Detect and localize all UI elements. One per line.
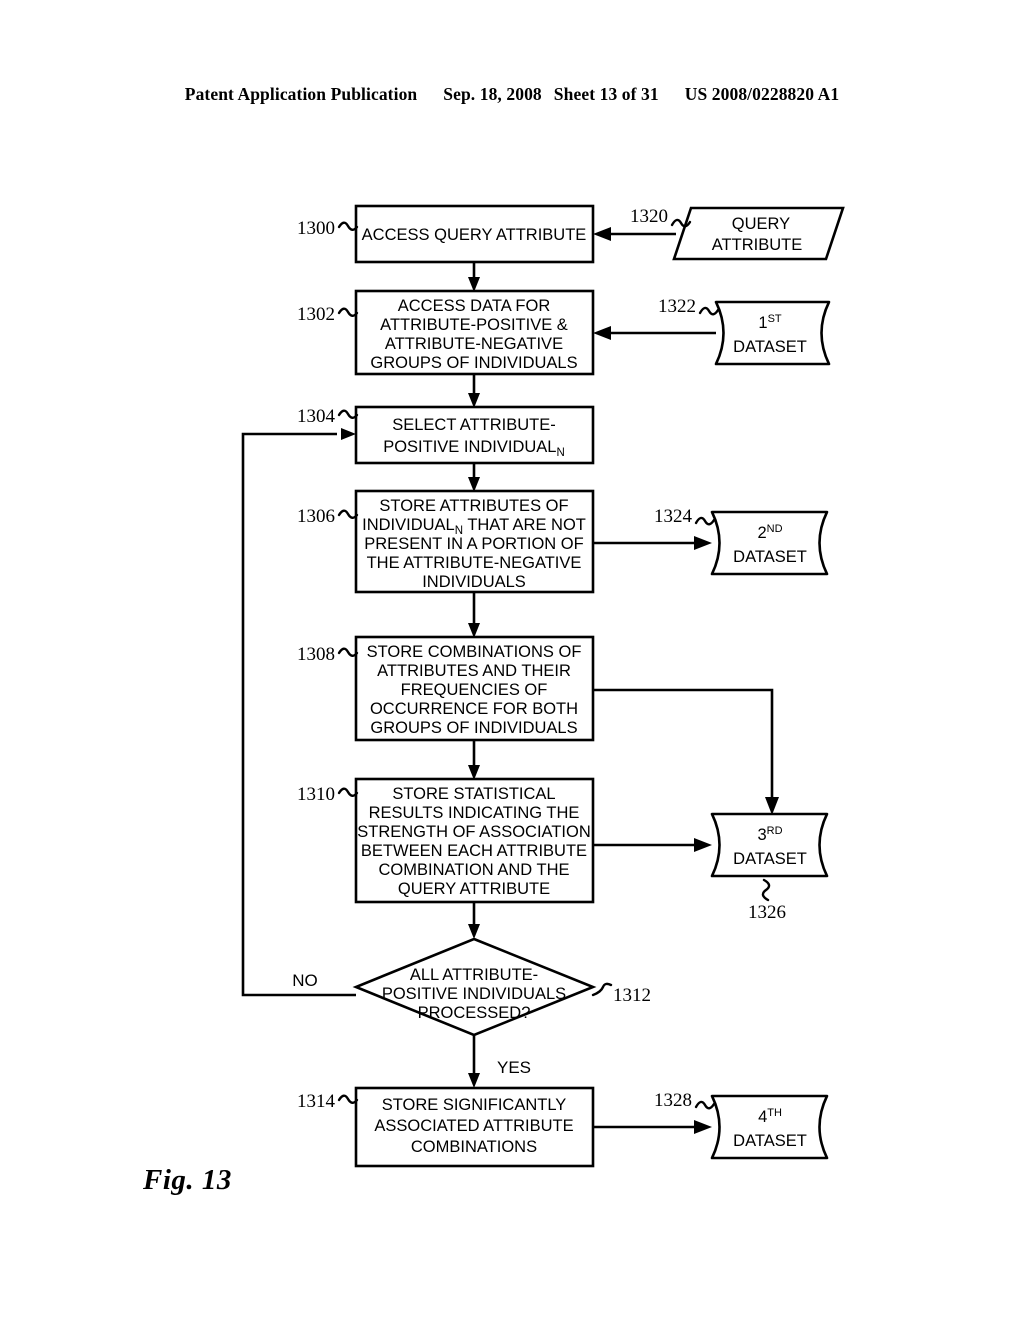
arrowhead-1314: [468, 1073, 480, 1088]
leader-squiggle-1326: [761, 878, 771, 902]
ref-number-1322: 1322: [658, 296, 696, 317]
arrowhead-1324-input: [694, 536, 712, 550]
ref-number-1312: 1312: [613, 985, 651, 1006]
process-box-1308-line-5: GROUPS OF INDIVIDUALS: [370, 719, 577, 737]
process-box-1310-line-5: COMBINATION AND THE: [379, 861, 570, 879]
flow-step-1310[interactable]: STORE STATISTICAL RESULTS INDICATING THE…: [297, 777, 595, 904]
process-box-1310-line-1: STORE STATISTICAL: [392, 785, 555, 803]
dataset-1324-ordinal-suffix: ND: [767, 523, 783, 535]
dataset-1328-ordinal-suffix: TH: [767, 1107, 782, 1119]
process-box-1306-line-2: INDIVIDUALN THAT ARE NOT: [362, 516, 586, 537]
arrowhead-1304-loop: [341, 428, 356, 440]
leader-squiggle-1300: [337, 221, 359, 231]
parallelogram-1320-line-1: QUERY: [732, 215, 790, 233]
process-box-1304-subscript: N: [556, 447, 564, 459]
branch-label-yes: YES: [497, 1058, 531, 1077]
ref-number-1302: 1302: [297, 304, 335, 325]
branch-label-no: NO: [292, 971, 318, 990]
process-box-1308-line-1: STORE COMBINATIONS OF: [367, 643, 582, 661]
process-box-1306-line-4: THE ATTRIBUTE-NEGATIVE: [367, 554, 582, 572]
ref-number-1308: 1308: [297, 644, 335, 665]
process-box-1302-line-2: ATTRIBUTE-POSITIVE &: [380, 316, 568, 334]
io-object-1320[interactable]: QUERY ATTRIBUTE 1320: [630, 206, 845, 261]
ref-number-1326: 1326: [748, 902, 786, 923]
dataset-1322-ordinal-number: 1: [758, 314, 767, 332]
dataset-1326-ordinal-number: 3: [757, 826, 766, 844]
connector-1308-to-1326: [593, 688, 774, 798]
process-box-1302-line-4: GROUPS OF INDIVIDUALS: [370, 354, 577, 372]
process-box-1308-line-3: FREQUENCIES OF: [401, 681, 548, 699]
parallelogram-1320-line-2: ATTRIBUTE: [712, 236, 802, 254]
ref-number-1300: 1300: [297, 218, 335, 239]
leader-squiggle-1322: [698, 306, 720, 316]
ref-number-1310: 1310: [297, 784, 335, 805]
flow-step-1300[interactable]: ACCESS QUERY ATTRIBUTE 1300: [297, 204, 595, 264]
process-box-1304-line-2: POSITIVE INDIVIDUALN: [383, 438, 565, 459]
leader-squiggle-1314: [337, 1094, 359, 1104]
dataset-1324-label: DATASET: [733, 548, 807, 566]
process-box-1314-line-3: COMBINATIONS: [411, 1138, 537, 1156]
data-object-1324[interactable]: 2ND DATASET 1324: [654, 506, 829, 576]
decision-1312-line-1: ALL ATTRIBUTE-: [410, 966, 538, 984]
process-box-1304-line-1: SELECT ATTRIBUTE-: [392, 416, 556, 434]
ref-number-1324: 1324: [654, 506, 693, 527]
process-box-1310-line-6: QUERY ATTRIBUTE: [398, 880, 550, 898]
data-object-1328[interactable]: 4TH DATASET 1328: [654, 1090, 829, 1160]
leader-squiggle-1328: [694, 1100, 716, 1110]
process-box-1306-line-1: STORE ATTRIBUTES OF: [379, 497, 568, 515]
arrowhead-1326-input-top: [765, 797, 779, 815]
flowchart-diagram: ACCESS QUERY ATTRIBUTE 1300 ACCESS DATA …: [241, 204, 845, 1168]
process-box-1306-line-3: PRESENT IN A PORTION OF: [364, 535, 583, 553]
flow-step-1314[interactable]: STORE SIGNIFICANTLY ASSOCIATED ATTRIBUTE…: [297, 1086, 595, 1168]
flow-step-1302[interactable]: ACCESS DATA FOR ATTRIBUTE-POSITIVE & ATT…: [297, 289, 595, 376]
process-box-1310-line-4: BETWEEN EACH ATTRIBUTE: [361, 842, 587, 860]
dataset-1328-ordinal-number: 4: [758, 1108, 767, 1126]
decision-1312-line-2: POSITIVE INDIVIDUALS: [382, 985, 566, 1003]
dataset-1322-label: DATASET: [733, 338, 807, 356]
arrowhead-1328-input: [694, 1120, 712, 1134]
process-box-1300-line-1: ACCESS QUERY ATTRIBUTE: [362, 226, 587, 244]
decision-1312-line-3: PROCESSED?: [418, 1004, 531, 1022]
arrowhead-1312: [468, 924, 480, 939]
leader-squiggle-1304: [337, 409, 359, 419]
flow-step-1312[interactable]: ALL ATTRIBUTE- POSITIVE INDIVIDUALS PROC…: [292, 937, 651, 1077]
process-box-1310-line-2: RESULTS INDICATING THE: [369, 804, 580, 822]
leader-squiggle-1302: [337, 307, 359, 317]
data-object-1322[interactable]: 1ST DATASET 1322: [658, 296, 831, 366]
process-box-1304-line-2-main: POSITIVE INDIVIDUAL: [383, 438, 556, 456]
ref-number-1320: 1320: [630, 206, 668, 227]
leader-squiggle-1312: [591, 982, 613, 997]
leader-squiggle-1324: [694, 516, 716, 526]
arrowhead-1302-input: [593, 326, 611, 340]
process-box-1302-line-3: ATTRIBUTE-NEGATIVE: [385, 335, 563, 353]
ref-number-1328: 1328: [654, 1090, 692, 1111]
leader-squiggle-1306: [337, 509, 359, 519]
process-box-1310-line-3: STRENGTH OF ASSOCIATION: [357, 823, 590, 841]
flow-step-1308[interactable]: STORE COMBINATIONS OF ATTRIBUTES AND THE…: [297, 635, 595, 742]
data-object-1326[interactable]: 3RD DATASET 1326: [710, 812, 829, 923]
process-box-1314-line-1: STORE SIGNIFICANTLY: [382, 1096, 567, 1114]
leader-squiggle-1310: [337, 787, 359, 797]
flow-step-1306[interactable]: STORE ATTRIBUTES OF INDIVIDUALN THAT ARE…: [297, 489, 595, 594]
process-box-1306-line-5: INDIVIDUALS: [422, 573, 526, 591]
dataset-1324-ordinal-number: 2: [757, 524, 766, 542]
dataset-1328-label: DATASET: [733, 1132, 807, 1150]
ref-number-1304: 1304: [297, 406, 336, 427]
ref-number-1314: 1314: [297, 1091, 336, 1112]
ref-number-1306: 1306: [297, 506, 335, 527]
arrowhead-1326-input-left: [694, 838, 712, 852]
dataset-1326-label: DATASET: [733, 850, 807, 868]
process-box-1308-line-4: OCCURRENCE FOR BOTH: [370, 700, 578, 718]
process-box-1314-line-2: ASSOCIATED ATTRIBUTE: [374, 1117, 573, 1135]
dataset-1326-ordinal-suffix: RD: [767, 825, 783, 837]
arrowhead-1300-input: [593, 227, 611, 241]
dataset-1322-ordinal-suffix: ST: [768, 313, 782, 325]
process-box-1308-line-2: ATTRIBUTES AND THEIR: [377, 662, 571, 680]
process-box-1302-line-1: ACCESS DATA FOR: [398, 297, 551, 315]
leader-squiggle-1308: [337, 647, 359, 657]
